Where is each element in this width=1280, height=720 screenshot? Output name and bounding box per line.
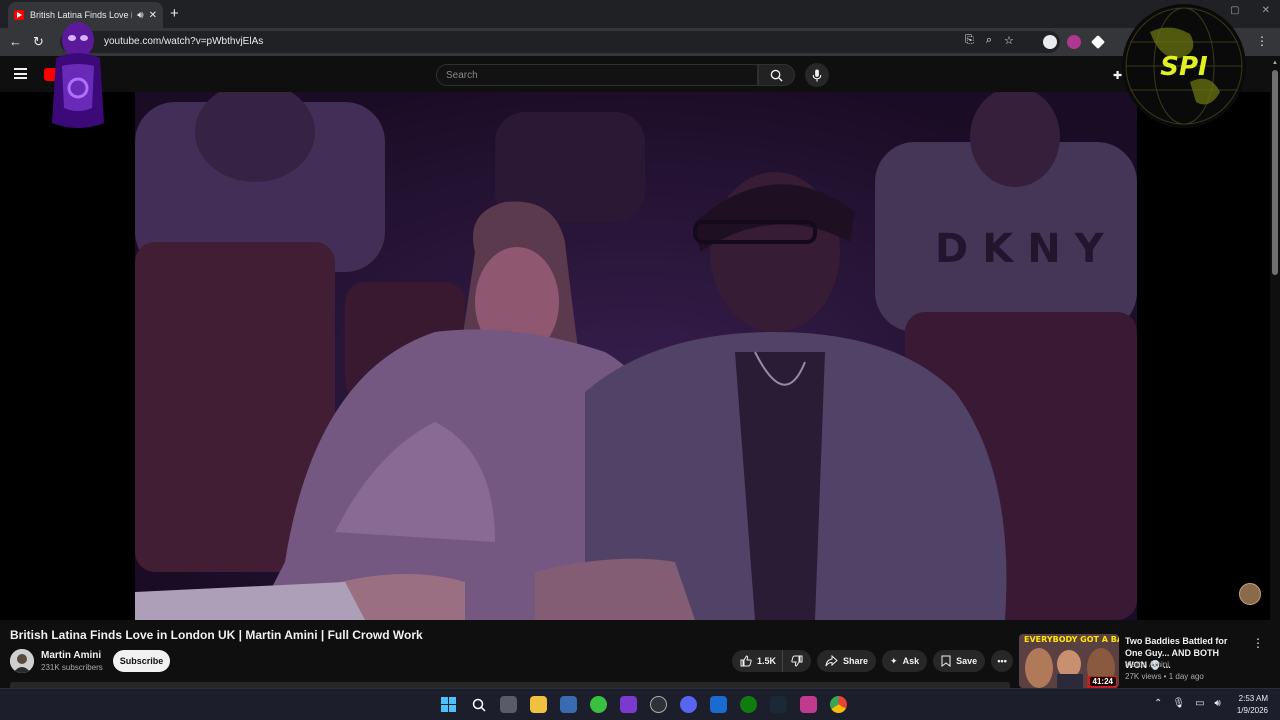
tray-mic-icon[interactable]: 🎙︎	[1172, 698, 1185, 709]
voice-search-button[interactable]	[805, 63, 829, 87]
tray-chevron-icon[interactable]: ⌃	[1154, 698, 1162, 709]
taskbar-search-icon[interactable]	[470, 696, 487, 713]
ask-label: Ask	[902, 656, 920, 666]
clock-date: 1/9/2026	[1236, 706, 1268, 715]
reload-icon[interactable]: ↻	[33, 34, 44, 50]
bookmark-star-icon[interactable]: ☆	[1004, 34, 1014, 47]
share-icon	[825, 655, 838, 667]
youtube-favicon-icon	[14, 10, 24, 20]
search-icon	[770, 69, 783, 82]
save-label: Save	[956, 656, 978, 666]
globe-logo-overlay: SPI	[1122, 4, 1246, 128]
address-bar-actions: ⎘ ⌕ ☆	[965, 34, 1014, 47]
volume-icon[interactable]: 🔊︎	[1215, 698, 1221, 709]
tab-audio-icon[interactable]: 🔊︎	[137, 10, 143, 21]
like-button[interactable]: 1.5K	[732, 650, 783, 672]
obs-icon[interactable]	[650, 696, 667, 713]
app-grid-icon[interactable]	[620, 696, 637, 713]
chrome-icon[interactable]	[830, 696, 847, 713]
sparkle-icon: ✦	[890, 655, 898, 666]
taskbar-apps	[440, 696, 847, 713]
search-box	[436, 64, 758, 86]
system-tray: ⌃ 🎙︎ ▭ 🔊︎	[1154, 698, 1221, 709]
youtube-header: m ✚	[0, 56, 1280, 92]
channel-avatar-image	[10, 649, 34, 673]
windows-start-icon[interactable]	[440, 696, 457, 713]
subscriber-count: 231K subscribers	[41, 663, 103, 672]
video-frame: DKNY	[135, 92, 1137, 620]
video-title: British Latina Finds Love in London UK |…	[10, 628, 423, 642]
more-horizontal-icon: •••	[997, 656, 1007, 666]
thumbs-up-icon	[740, 655, 752, 667]
scrollbar-thumb[interactable]	[1272, 70, 1278, 275]
taskbar-clock[interactable]: 2:53 AM 1/9/2026	[1232, 693, 1268, 717]
zoom-icon[interactable]: ⌕	[986, 34, 992, 47]
discord-icon[interactable]	[680, 696, 697, 713]
instagram-icon[interactable]	[800, 696, 817, 713]
recommended-channel-name[interactable]: Martin Amini	[1125, 660, 1169, 669]
share-button[interactable]: Share	[817, 650, 877, 672]
extension-icon[interactable]	[1067, 35, 1081, 49]
video-player[interactable]: DKNY	[0, 92, 1270, 620]
bookmark-icon	[941, 655, 951, 667]
page-scrollbar[interactable]: ▲	[1270, 56, 1280, 684]
channel-name[interactable]: Martin Amini	[41, 650, 101, 661]
extension-icon[interactable]	[1091, 35, 1105, 49]
user-avatar[interactable]	[1239, 583, 1261, 605]
more-actions-button[interactable]: •••	[991, 650, 1014, 672]
steam-icon[interactable]	[770, 696, 787, 713]
recommended-video-thumbnail[interactable]: EVERYBODY GOT A BADDIE 41:24	[1019, 634, 1119, 688]
subscribe-button[interactable]: Subscribe	[113, 650, 170, 672]
cast-icon[interactable]: ⎘	[965, 34, 974, 47]
video-duration: 41:24	[1089, 677, 1116, 686]
address-bar[interactable]: youtube.com/watch?v=pWbthvjElAs	[60, 31, 1060, 53]
extension-icon[interactable]	[1043, 35, 1057, 49]
share-label: Share	[843, 656, 869, 666]
channel-avatar[interactable]	[10, 649, 34, 673]
microphone-icon	[812, 68, 822, 82]
url-text: youtube.com/watch?v=pWbthvjElAs	[104, 36, 264, 47]
task-view-icon[interactable]	[500, 696, 517, 713]
xbox-app-icon[interactable]	[590, 696, 607, 713]
streamer-mascot-overlay	[52, 22, 104, 128]
microsoft-store-icon[interactable]	[560, 696, 577, 713]
xbox-icon[interactable]	[740, 696, 757, 713]
dislike-button[interactable]	[782, 650, 812, 672]
more-vertical-icon[interactable]: ⋮	[1252, 636, 1264, 650]
globe-logo-text: SPI	[1160, 52, 1208, 82]
tab-close-icon[interactable]: ✕	[149, 10, 157, 21]
window-close-icon[interactable]: ✕	[1262, 5, 1270, 16]
scroll-up-icon[interactable]: ▲	[1272, 60, 1278, 66]
hamburger-menu-icon[interactable]	[14, 68, 27, 79]
thumbnail-headline: EVERYBODY GOT A BADDIE	[1024, 635, 1119, 644]
windows-taskbar: ⌃ 🎙︎ ▭ 🔊︎ 2:53 AM 1/9/2026	[0, 688, 1280, 720]
video-actions: 1.5K Share ✦ Ask Save •••	[732, 650, 1014, 672]
thumbs-down-icon	[791, 655, 803, 667]
new-tab-button[interactable]: +	[170, 5, 179, 22]
search-input[interactable]	[437, 65, 757, 86]
back-arrow-icon[interactable]: ←	[9, 34, 22, 49]
video-scene: DKNY	[135, 92, 1137, 620]
extensions-area	[1043, 35, 1105, 49]
mail-icon[interactable]	[710, 696, 727, 713]
file-explorer-icon[interactable]	[530, 696, 547, 713]
network-icon[interactable]: ▭	[1195, 698, 1204, 709]
chrome-menu-icon[interactable]: ⋮	[1256, 34, 1268, 48]
like-count: 1.5K	[757, 656, 777, 666]
search-button[interactable]	[758, 64, 795, 86]
save-button[interactable]: Save	[933, 650, 986, 672]
ask-button[interactable]: ✦ Ask	[882, 650, 928, 672]
recommended-video-meta: 27K views • 1 day ago	[1125, 672, 1204, 681]
browser-tab-bar: British Latina Finds Love in London UK |…	[0, 0, 1280, 28]
clock-time: 2:53 AM	[1238, 694, 1268, 703]
